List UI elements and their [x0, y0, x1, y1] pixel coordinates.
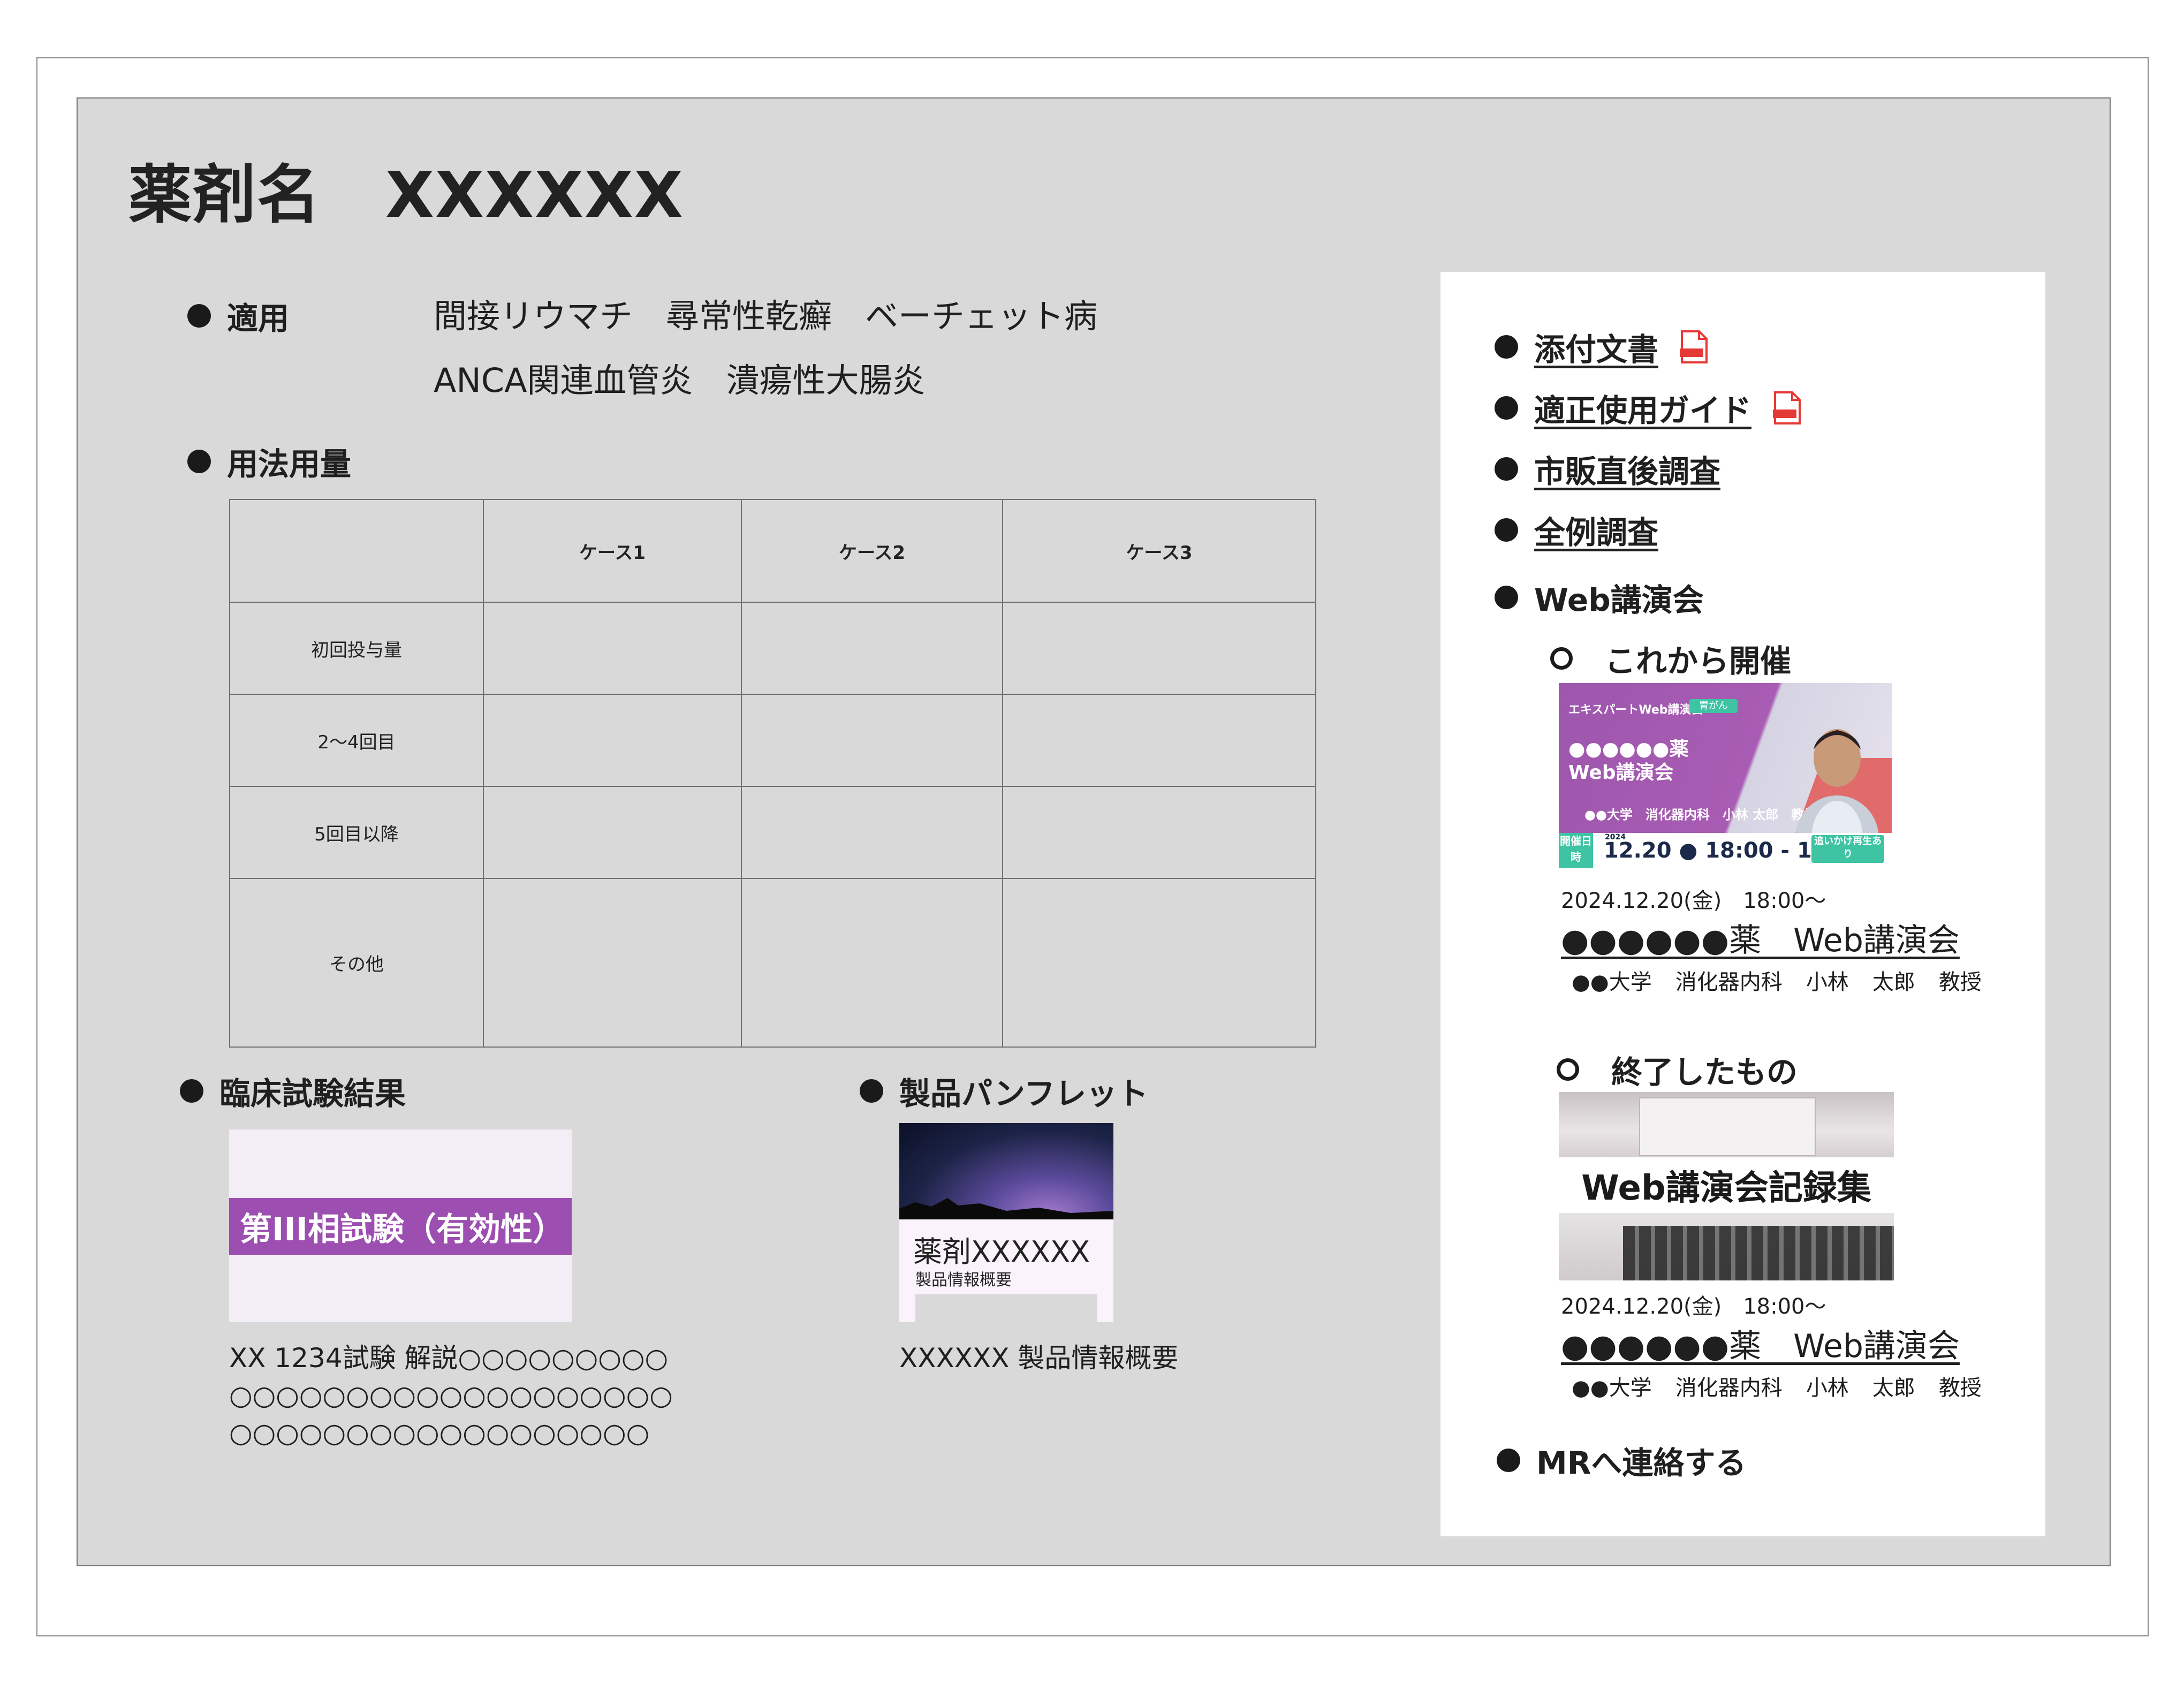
past-heading: 終了したもの: [1557, 1047, 1798, 1092]
upcoming-date: 2024.12.20(金) 18:00～: [1561, 889, 1826, 913]
bullet-icon: [1495, 335, 1518, 359]
table-cell[interactable]: [483, 694, 742, 787]
bullet-icon: [1495, 518, 1518, 542]
banner-speaker: ●●大学 消化器内科 小林 太郎 教授: [1584, 807, 1817, 822]
table-header-cell: ケース3: [1002, 499, 1316, 603]
bullet-icon: [187, 304, 211, 328]
table-cell[interactable]: [1002, 878, 1316, 1048]
table-cell[interactable]: [483, 602, 742, 695]
sidebar-link-label[interactable]: 市販直後調査: [1534, 446, 1720, 491]
table-row: 5回目以降: [229, 786, 1316, 879]
table-cell[interactable]: [741, 878, 1003, 1048]
past-thumb-title: Web講演会記録集: [1581, 1169, 1871, 1208]
bullet-icon: [1497, 1449, 1520, 1472]
banner-kaisai-badge: 開催日時: [1559, 833, 1593, 868]
table-header-cell: ケース1: [483, 499, 742, 603]
title-label: 薬剤名: [128, 158, 322, 232]
sidebar-link-label[interactable]: 全例調査: [1534, 507, 1658, 552]
upcoming-speaker: ●●大学 消化器内科 小林 太郎 教授: [1572, 970, 1982, 995]
clinical-line: XX 1234試験 解説○○○○○○○○○: [229, 1343, 669, 1374]
sidebar-item-post-marketing[interactable]: 市販直後調査: [1495, 446, 1720, 491]
table-header-row: ケース1 ケース2 ケース3: [229, 499, 1316, 603]
indication-heading: 適用: [187, 293, 289, 338]
banner-title: ●●●●●●薬 Web講演会: [1568, 738, 1689, 784]
bullet-icon: [1495, 457, 1518, 481]
pamphlet-caption: XXXXXX 製品情報概要: [899, 1343, 1179, 1374]
hall-image-top: [1559, 1092, 1894, 1157]
bullet-icon: [1495, 586, 1518, 609]
sidebar-link-label[interactable]: 適正使用ガイド: [1534, 385, 1751, 430]
silhouette-icon: [899, 1198, 1113, 1219]
table-cell[interactable]: [1002, 694, 1316, 787]
past-date: 2024.12.20(金) 18:00～: [1561, 1294, 1826, 1319]
clinical-thumbnail[interactable]: 第III相試験（有効性）: [229, 1129, 572, 1322]
sidebar-item-usage-guide[interactable]: 適正使用ガイド: [1495, 385, 1801, 430]
clinical-thumb-title: 第III相試験（有効性）: [229, 1198, 572, 1255]
row-label: 初回投与量: [229, 602, 484, 695]
pdf-icon[interactable]: [1680, 330, 1708, 363]
past-speaker: ●●大学 消化器内科 小林 太郎 教授: [1572, 1376, 1982, 1400]
table-cell[interactable]: [483, 878, 742, 1048]
pamphlet-thumb-title: 薬剤XXXXXX: [913, 1235, 1090, 1269]
table-cell[interactable]: [1002, 786, 1316, 879]
dosage-heading: 用法用量: [187, 439, 351, 484]
indication-item: 間接リウマチ: [434, 297, 633, 336]
seats-image: [1623, 1226, 1894, 1280]
pamphlet-thumb-sub: 製品情報概要: [915, 1271, 1012, 1290]
table-cell[interactable]: [1002, 602, 1316, 695]
upcoming-seminar-banner[interactable]: エキスパートWeb講演会 胃がん ●●●●●●薬 Web講演会 ●●大学 消化器…: [1559, 683, 1892, 868]
table-cell[interactable]: [741, 694, 1003, 787]
bullet-icon: [180, 1079, 203, 1103]
sidebar-link-label[interactable]: 添付文書: [1534, 324, 1658, 369]
indication-item: 尋常性乾癬: [666, 297, 832, 336]
table-cell[interactable]: [483, 786, 742, 879]
drug-name: XXXXXX: [385, 158, 684, 232]
table-row: 2～4回目: [229, 694, 1316, 787]
upcoming-title-link[interactable]: ●●●●●●薬 Web講演会: [1561, 914, 1960, 961]
sidebar-item-all-case-survey[interactable]: 全例調査: [1495, 507, 1658, 552]
indication-line-2: ANCA関連血管炎 潰瘍性大腸炎: [434, 353, 959, 401]
pamphlet-thumbnail[interactable]: 薬剤XXXXXX 製品情報概要: [899, 1123, 1113, 1322]
banner-replay-badge: 追いかけ再生あり: [1811, 835, 1884, 863]
bullet-icon: [1495, 396, 1518, 420]
table-row: 初回投与量: [229, 602, 1316, 695]
sidebar-item-package-insert[interactable]: 添付文書: [1495, 324, 1708, 369]
clinical-line: ○○○○○○○○○○○○○○○○○○○: [229, 1380, 673, 1411]
row-label: その他: [229, 878, 484, 1048]
indication-item: ベーチェット病: [865, 297, 1098, 336]
past-title-link[interactable]: ●●●●●●薬 Web講演会: [1561, 1320, 1960, 1367]
circle-bullet-icon: [1550, 647, 1573, 670]
banner-header: エキスパートWeb講演会: [1568, 703, 1703, 717]
bullet-icon: [187, 450, 211, 473]
clinical-heading: 臨床試験結果: [180, 1068, 406, 1113]
contact-mr-link[interactable]: MRへ連絡する: [1497, 1438, 1746, 1483]
clinical-description: XX 1234試験 解説○○○○○○○○○ ○○○○○○○○○○○○○○○○○○…: [229, 1339, 673, 1452]
dosage-table: ケース1 ケース2 ケース3 初回投与量 2～4回目 5回目以降 その他: [229, 499, 1316, 1048]
web-seminar-heading: Web講演会: [1495, 575, 1704, 620]
upcoming-heading: これから開催: [1550, 636, 1791, 681]
indication-line-1: 間接リウマチ 尋常性乾癬 ベーチェット病: [434, 289, 1131, 337]
past-seminar-thumbnail[interactable]: Web講演会記録集: [1559, 1092, 1894, 1280]
table-cell[interactable]: [741, 786, 1003, 879]
row-label: 2～4回目: [229, 694, 484, 787]
row-label: 5回目以降: [229, 786, 484, 879]
circle-bullet-icon: [1557, 1058, 1579, 1081]
indication-item: ANCA関連血管炎: [434, 361, 693, 400]
pdf-icon[interactable]: [1773, 391, 1801, 424]
pamphlet-thumb-footer: [915, 1294, 1097, 1322]
pamphlet-heading: 製品パンフレット: [860, 1068, 1148, 1113]
page-title: 薬剤名 XXXXXX: [128, 143, 684, 235]
bullet-icon: [860, 1079, 883, 1103]
table-header-cell: ケース2: [741, 499, 1003, 603]
table-row: その他: [229, 878, 1316, 1048]
table-header-cell: [229, 499, 484, 603]
clinical-line: ○○○○○○○○○○○○○○○○○○: [229, 1417, 650, 1449]
banner-tag: 胃がん: [1689, 699, 1738, 713]
indication-item: 潰瘍性大腸炎: [726, 361, 926, 400]
table-cell[interactable]: [741, 602, 1003, 695]
